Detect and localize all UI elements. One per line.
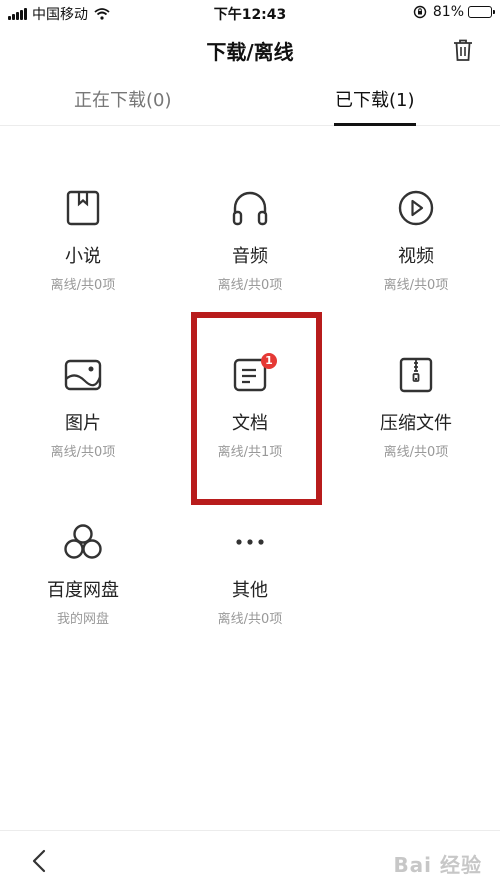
category-label: 视频 (398, 246, 434, 267)
category-archive[interactable]: 压缩文件 离线/共0项 (333, 337, 499, 503)
baidu-cloud-icon (64, 524, 102, 559)
category-count: 离线/共0项 (383, 278, 449, 293)
category-count: 离线/共0项 (383, 445, 449, 460)
category-image[interactable]: 图片 离线/共0项 (0, 337, 166, 503)
watermark-logo: Bai 经验 (393, 853, 482, 877)
back-arrow-icon[interactable] (30, 849, 48, 873)
tab-downloading[interactable]: 正在下载(0) (74, 86, 172, 112)
category-count: 离线/共0项 (217, 278, 283, 293)
category-count: 离线/共0项 (50, 278, 116, 293)
download-tabs: 正在下载(0) 已下载(1) (0, 78, 500, 126)
category-label: 音频 (232, 246, 268, 267)
category-video[interactable]: 视频 离线/共0项 (333, 170, 499, 336)
status-right: 81% (413, 4, 495, 20)
category-baidu-netdisk[interactable]: 百度网盘 我的网盘 (0, 504, 166, 670)
nav-header: 下载/离线 (0, 26, 500, 76)
highlight-box (191, 312, 322, 505)
zip-file-icon (399, 357, 433, 393)
trash-icon[interactable] (452, 38, 474, 62)
active-tab-indicator (334, 123, 416, 126)
battery-icon (468, 6, 495, 18)
category-label: 压缩文件 (380, 413, 452, 434)
category-label: 其他 (232, 580, 268, 601)
category-count: 离线/共0项 (50, 445, 116, 460)
category-label: 小说 (65, 246, 101, 267)
category-other[interactable]: 其他 离线/共0项 (167, 504, 333, 670)
category-count: 我的网盘 (56, 612, 109, 627)
image-icon (64, 359, 102, 391)
tab-downloaded[interactable]: 已下载(1) (335, 86, 415, 112)
category-label: 百度网盘 (47, 580, 119, 601)
rotation-lock-icon (413, 5, 427, 19)
status-bar: 中国移动 下午12:43 81% (0, 0, 500, 26)
category-novel[interactable]: 小说 离线/共0项 (0, 170, 166, 336)
bookmark-book-icon (66, 190, 100, 226)
play-circle-icon (398, 190, 434, 226)
headphones-icon (232, 191, 268, 226)
category-count: 离线/共0项 (217, 612, 283, 627)
battery-percent: 81% (432, 4, 464, 20)
category-label: 图片 (65, 413, 101, 434)
bottom-bar: Bai 经验 (0, 830, 500, 889)
page-title: 下载/离线 (206, 40, 294, 64)
more-dots-icon (236, 539, 264, 545)
